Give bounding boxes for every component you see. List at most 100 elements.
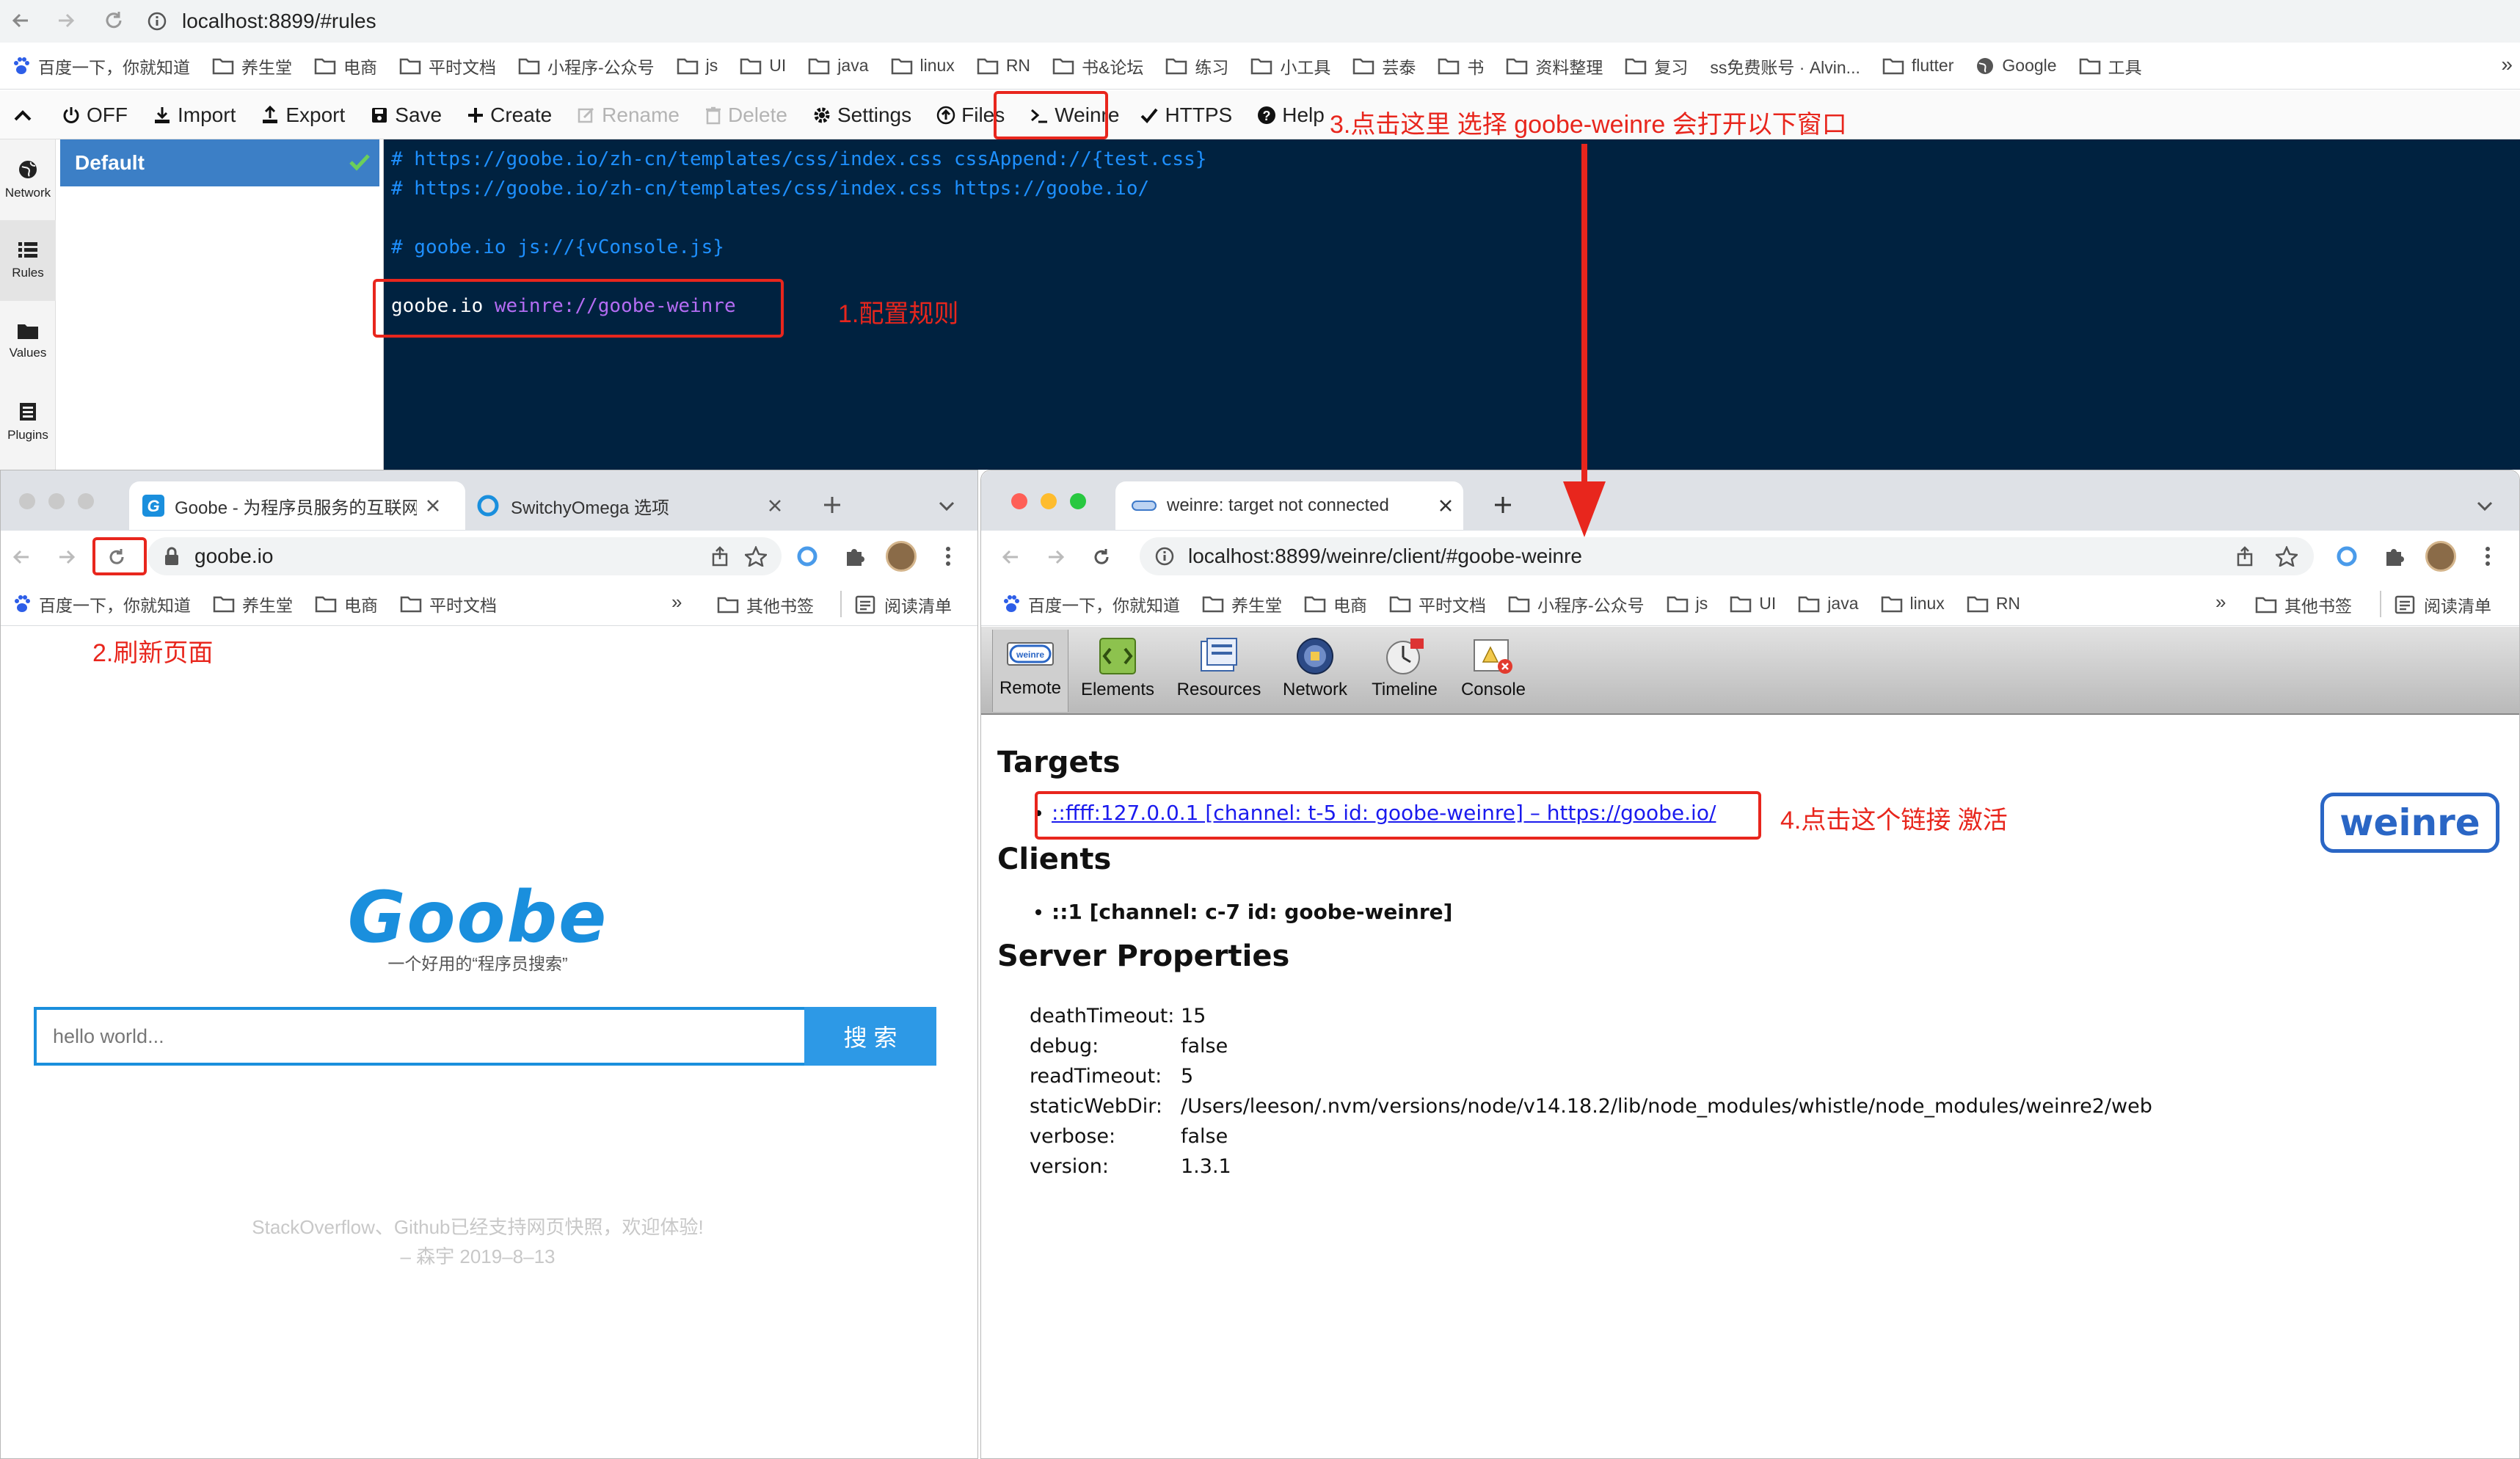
window-minimize-dot[interactable]: [48, 493, 65, 509]
weinre-tab-elements[interactable]: Elements: [1073, 636, 1162, 700]
sidebar-item-plugins[interactable]: Plugins: [0, 382, 56, 462]
weinre-tab-network[interactable]: Network: [1275, 636, 1355, 700]
bookmark-item[interactable]: java: [1798, 594, 1859, 614]
share-icon[interactable]: [2235, 546, 2255, 567]
sidebar-item-network[interactable]: Network: [0, 139, 56, 220]
bookmark-item[interactable]: linux: [891, 56, 955, 76]
bookmarks-more[interactable]: »: [2501, 53, 2513, 76]
tab-goobe[interactable]: G Goobe - 为程序员服务的互联网: [129, 481, 465, 530]
rule-item-default[interactable]: Default: [60, 139, 379, 186]
export-button[interactable]: Export: [261, 103, 345, 127]
switchyomega-extension-icon[interactable]: [2336, 545, 2358, 567]
bookmark-item[interactable]: 养生堂: [212, 54, 292, 79]
forward-icon[interactable]: [1046, 547, 1066, 567]
url-field[interactable]: localhost:8899/#rules: [147, 4, 376, 38]
bookmark-item[interactable]: flutter: [1882, 56, 1953, 76]
weinre-tab-console[interactable]: Console: [1453, 636, 1534, 700]
kebab-menu-icon[interactable]: [944, 545, 952, 567]
bookmark-item[interactable]: 小程序-公众号: [518, 54, 655, 79]
new-tab-icon[interactable]: [822, 495, 842, 515]
bookmark-item[interactable]: UI: [740, 56, 786, 76]
bookmarks-more[interactable]: »: [671, 591, 682, 614]
collapse-icon[interactable]: [13, 108, 32, 123]
tab-switchyomega[interactable]: SwitchyOmega 选项: [477, 481, 785, 530]
back-icon[interactable]: [1000, 547, 1021, 567]
close-icon[interactable]: [426, 498, 440, 513]
puzzle-icon[interactable]: [2383, 545, 2405, 567]
bookmark-item[interactable]: 资料整理: [1506, 54, 1603, 79]
switchyomega-extension-icon[interactable]: [796, 545, 818, 567]
save-button[interactable]: Save: [370, 103, 442, 127]
bookmark-item[interactable]: 小工具: [1250, 54, 1330, 79]
reload-icon[interactable]: [1091, 547, 1112, 567]
bookmark-item[interactable]: 小程序-公众号: [1508, 592, 1645, 616]
settings-button[interactable]: Settings: [812, 103, 911, 127]
bookmark-item[interactable]: UI: [1730, 594, 1776, 614]
chevron-down-icon[interactable]: [938, 501, 955, 512]
new-tab-icon[interactable]: [1493, 495, 1513, 515]
bookmark-item[interactable]: RN: [1967, 594, 2020, 614]
bookmark-item[interactable]: java: [808, 56, 869, 76]
kebab-menu-icon[interactable]: [2484, 545, 2491, 567]
window-close-dot[interactable]: [19, 493, 35, 509]
avatar[interactable]: [2425, 541, 2456, 572]
bookmark-item[interactable]: 练习: [1165, 54, 1228, 79]
window-zoom-dot[interactable]: [1070, 493, 1086, 509]
bookmark-item[interactable]: 电商: [1304, 592, 1367, 616]
weinre-tab-remote[interactable]: weinre Remote: [992, 636, 1068, 699]
window-minimize-dot[interactable]: [1041, 493, 1057, 509]
create-button[interactable]: Create: [467, 103, 552, 127]
tab-weinre[interactable]: weinre: target not connected: [1115, 481, 1463, 530]
forward-icon[interactable]: [57, 547, 77, 567]
import-button[interactable]: Import: [153, 103, 236, 127]
reading-list[interactable]: 阅读清单: [855, 592, 952, 617]
bookmark-item[interactable]: 百度一下，你就知道: [12, 54, 190, 79]
puzzle-icon[interactable]: [843, 545, 865, 567]
delete-button[interactable]: Delete: [704, 103, 787, 127]
bookmark-item[interactable]: js: [677, 56, 718, 76]
bookmark-item[interactable]: ss免费账号 · Alvin...: [1710, 54, 1860, 79]
bookmark-item[interactable]: RN: [977, 56, 1030, 76]
off-button[interactable]: OFF: [62, 103, 128, 127]
goobe-search-input[interactable]: hello world...: [34, 1007, 806, 1066]
left-url-field[interactable]: goobe.io: [148, 537, 782, 575]
bookmark-item[interactable]: Google: [1975, 56, 2057, 76]
chevron-down-icon[interactable]: [2476, 501, 2494, 512]
window-zoom-dot[interactable]: [78, 493, 94, 509]
weinre-tab-timeline[interactable]: Timeline: [1361, 636, 1449, 700]
right-url-field[interactable]: localhost:8899/weinre/client/#goobe-wein…: [1140, 537, 2314, 575]
other-bookmarks[interactable]: 其他书签: [2255, 592, 2352, 617]
bookmark-item[interactable]: js: [1667, 594, 1708, 614]
close-icon[interactable]: [1438, 498, 1453, 513]
window-close-dot[interactable]: [1011, 493, 1027, 509]
bookmark-item[interactable]: 养生堂: [213, 592, 293, 616]
goobe-search-button[interactable]: 搜 索: [804, 1007, 936, 1066]
bookmark-item[interactable]: 平时文档: [400, 592, 497, 616]
bookmark-item[interactable]: 工具: [2079, 54, 2142, 79]
star-icon[interactable]: [2276, 546, 2298, 567]
bookmarks-more[interactable]: »: [2215, 591, 2226, 614]
bookmark-item[interactable]: 芸泰: [1352, 54, 1416, 79]
avatar[interactable]: [886, 541, 917, 572]
bookmark-item[interactable]: 平时文档: [1389, 592, 1486, 616]
bookmark-item[interactable]: 百度一下，你就知道: [1002, 592, 1180, 616]
sidebar-item-rules[interactable]: Rules: [0, 220, 56, 301]
share-icon[interactable]: [710, 546, 730, 567]
bookmark-item[interactable]: 复习: [1625, 54, 1688, 79]
bookmark-item[interactable]: 百度一下，你就知道: [12, 592, 191, 616]
bookmark-item[interactable]: 书&论坛: [1052, 54, 1143, 79]
bookmark-item[interactable]: 电商: [314, 54, 377, 79]
reading-list[interactable]: 阅读清单: [2395, 592, 2491, 617]
forward-icon[interactable]: [56, 10, 76, 31]
bookmark-item[interactable]: 电商: [315, 592, 378, 616]
close-icon[interactable]: [768, 498, 782, 513]
bookmark-item[interactable]: 书: [1438, 54, 1484, 79]
other-bookmarks[interactable]: 其他书签: [717, 592, 814, 617]
https-button[interactable]: HTTPS: [1140, 103, 1232, 127]
back-icon[interactable]: [10, 10, 31, 31]
sidebar-item-values[interactable]: Values: [0, 301, 56, 382]
back-icon[interactable]: [11, 547, 32, 567]
reload-icon[interactable]: [103, 10, 125, 32]
bookmark-item[interactable]: 养生堂: [1202, 592, 1282, 616]
bookmark-item[interactable]: 平时文档: [399, 54, 496, 79]
